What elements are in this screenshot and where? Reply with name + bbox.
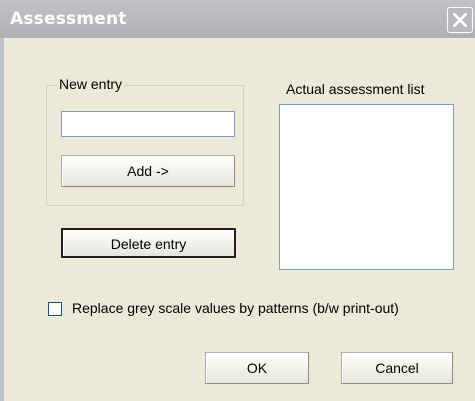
ok-button[interactable]: OK — [205, 352, 309, 384]
close-icon — [452, 12, 468, 28]
new-entry-input[interactable] — [61, 111, 235, 137]
delete-entry-button[interactable]: Delete entry — [61, 228, 236, 258]
title-bar[interactable]: Assessment — [0, 0, 475, 38]
replace-grey-scale-checkbox[interactable] — [48, 302, 62, 316]
replace-grey-scale-label[interactable]: Replace grey scale values by patterns (b… — [72, 299, 399, 317]
close-button[interactable] — [447, 7, 473, 33]
add-button[interactable]: Add -> — [61, 155, 235, 187]
window-left-border — [0, 38, 4, 401]
new-entry-group-label: New entry — [57, 75, 125, 93]
new-entry-group — [46, 85, 244, 206]
assessment-dialog: Assessment New entry Add -> Delete entry… — [0, 0, 475, 401]
window-title: Assessment — [10, 9, 127, 29]
cancel-button[interactable]: Cancel — [341, 352, 453, 384]
assessment-list-label: Actual assessment list — [286, 81, 425, 97]
assessment-list[interactable] — [279, 104, 454, 270]
